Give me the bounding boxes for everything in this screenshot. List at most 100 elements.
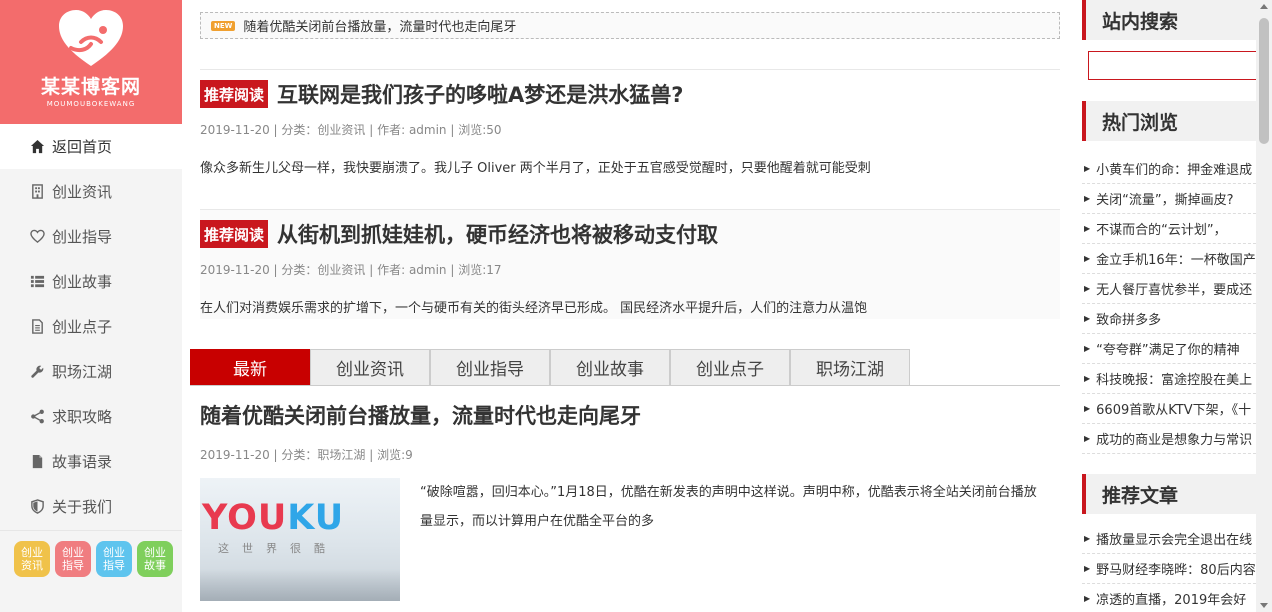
shield-icon (28, 498, 46, 516)
site-search-input[interactable] (1088, 51, 1256, 80)
nav-item-business-news[interactable]: 创业资讯 (0, 169, 182, 214)
recommended-badge: 推荐阅读 (200, 220, 269, 248)
list-item[interactable]: ▶ 成功的商业是想象力与常识 (1082, 424, 1256, 454)
nav-item-business-stories[interactable]: 创业故事 (0, 259, 182, 304)
nav-item-about[interactable]: 关于我们 (0, 484, 182, 529)
tab-workplace[interactable]: 职场江湖 (790, 349, 910, 385)
document-icon (28, 318, 46, 336)
caret-right-icon: ▶ (1084, 434, 1091, 443)
list-item[interactable]: ▶ 小黄车们的命：押金难退成 (1082, 154, 1256, 184)
search-box-title: 站内搜索 (1082, 0, 1256, 40)
list-item[interactable]: ▶ 无人餐厅喜忧参半，要成还 (1082, 274, 1256, 304)
site-logo[interactable]: 某某博客网 MOUMOUBOKEWANG (0, 0, 182, 124)
news-ticker[interactable]: NEW 随着优酷关闭前台播放量，流量时代也走向尾牙 (200, 12, 1060, 39)
caret-right-icon: ▶ (1084, 254, 1091, 263)
list-item[interactable]: ▶ 不谋而合的“云计划”， (1082, 214, 1256, 244)
nav-item-label: 故事语录 (52, 453, 113, 471)
tag-business-stories[interactable]: 创业故事 (137, 541, 173, 577)
tab-business-news[interactable]: 创业资讯 (310, 349, 430, 385)
nav-item-home[interactable]: 返回首页 (0, 124, 182, 169)
caret-right-icon: ▶ (1084, 284, 1091, 293)
list-item[interactable]: ▶ 播放量显示会完全退出在线 (1082, 524, 1256, 554)
tab-business-ideas[interactable]: 创业点子 (670, 349, 790, 385)
list-item[interactable]: ▶ 野马财经李晓晔：80后内容 (1082, 554, 1256, 584)
nav-item-label: 返回首页 (52, 138, 113, 156)
category-tabs: 最新 创业资讯 创业指导 创业故事 创业点子 职场江湖 (190, 349, 1060, 386)
nav-item-business-ideas[interactable]: 创业点子 (0, 304, 182, 349)
left-sidebar: 某某博客网 MOUMOUBOKEWANG 返回首页 创业资讯 创业指导 创业故事… (0, 0, 182, 612)
page-scrollbar[interactable] (1256, 0, 1272, 612)
list-item[interactable]: ▶ 关闭“流量”，撕掉画皮? (1082, 184, 1256, 214)
nav-item-job-tips[interactable]: 求职攻略 (0, 394, 182, 439)
list-item[interactable]: ▶ 凉透的直播，2019年会好 (1082, 584, 1256, 612)
nav-item-workplace[interactable]: 职场江湖 (0, 349, 182, 394)
site-brand-name: 某某博客网 (40, 76, 141, 98)
youku-logo-red: YOU (202, 498, 288, 538)
scroll-up-arrow-icon[interactable] (1260, 4, 1268, 9)
recommended-article[interactable]: 推荐阅读 互联网是我们孩子的哆啦A梦还是洪水猛兽? 2019-11-20 | 分… (200, 69, 1060, 179)
tab-business-guidance[interactable]: 创业指导 (430, 349, 550, 385)
article-meta: 2019-11-20 | 分类：创业资讯 | 作者: admin | 浏览:17 (200, 263, 502, 277)
main-content: NEW 随着优酷关闭前台播放量，流量时代也走向尾牙 推荐阅读 互联网是我们孩子的… (190, 0, 1070, 612)
nav-item-label: 创业指导 (52, 228, 113, 246)
thumbnail-caption: 这世界很酷 (218, 542, 338, 555)
site-brand-subtitle: MOUMOUBOKEWANG (46, 100, 136, 108)
article-title[interactable]: 从街机到抓娃娃机，硬币经济也将被移动支付取 (277, 219, 718, 249)
nav-item-label: 创业资讯 (52, 183, 113, 201)
building-icon (28, 183, 46, 201)
nav-item-label: 职场江湖 (52, 363, 113, 381)
scrollbar-thumb[interactable] (1259, 18, 1269, 144)
home-icon (28, 138, 46, 156)
nav-item-business-guidance[interactable]: 创业指导 (0, 214, 182, 259)
caret-right-icon: ▶ (1084, 314, 1091, 323)
nav-item-quotes[interactable]: 故事语录 (0, 439, 182, 484)
caret-right-icon: ▶ (1084, 344, 1091, 353)
tag-business-news[interactable]: 创业资讯 (14, 541, 50, 577)
tab-latest[interactable]: 最新 (190, 349, 310, 385)
caret-right-icon: ▶ (1084, 564, 1091, 573)
tab-business-stories[interactable]: 创业故事 (550, 349, 670, 385)
latest-article: 随着优酷关闭前台播放量，流量时代也走向尾牙 2019-11-20 | 分类：职场… (200, 400, 1060, 601)
list-item[interactable]: ▶ 科技晚报：富途控股在美上 (1082, 364, 1256, 394)
scroll-down-arrow-icon[interactable] (1260, 603, 1268, 608)
new-badge: NEW (211, 20, 236, 31)
list-item[interactable]: ▶ 致命拼多多 (1082, 304, 1256, 334)
nav-item-label: 创业故事 (52, 273, 113, 291)
article-title[interactable]: 随着优酷关闭前台播放量，流量时代也走向尾牙 (200, 400, 1060, 430)
tag-business-guidance[interactable]: 创业指导 (55, 541, 91, 577)
article-meta: 2019-11-20 | 分类：创业资讯 | 作者: admin | 浏览:50 (200, 123, 502, 137)
article-meta: 2019-11-20 | 分类：职场江湖 | 浏览:9 (200, 448, 413, 462)
hot-list: ▶ 小黄车们的命：押金难退成 ▶ 关闭“流量”，撕掉画皮? ▶ 不谋而合的“云计划”，… (1082, 154, 1256, 454)
article-thumbnail[interactable]: YOUKU 这世界很酷 (200, 478, 400, 601)
caret-right-icon: ▶ (1084, 404, 1091, 413)
article-excerpt: 在人们对消费娱乐需求的扩增下，一个与硬币有关的街头经济早已形成。 国民经济水平提… (200, 301, 868, 316)
article-title[interactable]: 互联网是我们孩子的哆啦A梦还是洪水猛兽? (277, 79, 683, 109)
heart-icon (28, 228, 46, 246)
recommended-list-title: 推荐文章 (1082, 474, 1256, 514)
heart-hug-logo-icon (59, 10, 123, 66)
share-icon (28, 408, 46, 426)
caret-right-icon: ▶ (1084, 374, 1091, 383)
list-item[interactable]: ▶ 金立手机16年：一杯敬国产 (1082, 244, 1256, 274)
recommended-badge: 推荐阅读 (200, 80, 269, 108)
list-item[interactable]: ▶ 6609首歌从KTV下架，《十 (1082, 394, 1256, 424)
caret-right-icon: ▶ (1084, 534, 1091, 543)
list-icon (28, 273, 46, 291)
right-sidebar: 站内搜索 热门浏览 ▶ 小黄车们的命：押金难退成 ▶ 关闭“流量”，撕掉画皮? ▶ 不… (1082, 0, 1256, 612)
tag-business-guidance-2[interactable]: 创业指导 (96, 541, 132, 577)
caret-right-icon: ▶ (1084, 194, 1091, 203)
caret-right-icon: ▶ (1084, 224, 1091, 233)
youku-logo-blue: KU (287, 498, 345, 538)
caret-right-icon: ▶ (1084, 594, 1091, 603)
article-excerpt: “破除喧嚣，回归本心。”1月18日，优酷在新发表的声明中这样说。声明中称，优酷表… (420, 485, 1037, 529)
caret-right-icon: ▶ (1084, 164, 1091, 173)
recommended-list: ▶ 播放量显示会完全退出在线 ▶ 野马财经李晓晔：80后内容 ▶ 凉透的直播，2019… (1082, 524, 1256, 612)
article-excerpt: 像众多新生儿父母一样，我快要崩溃了。我儿子 Oliver 两个半月了，正处于五官… (200, 161, 871, 176)
file-icon (28, 453, 46, 471)
nav-item-label: 创业点子 (52, 318, 113, 336)
recommended-article[interactable]: 推荐阅读 从街机到抓娃娃机，硬币经济也将被移动支付取 2019-11-20 | … (200, 209, 1060, 319)
list-item[interactable]: ▶ “夸夸群”满足了你的精神 (1082, 334, 1256, 364)
wrench-icon (28, 363, 46, 381)
nav-item-label: 关于我们 (52, 498, 113, 516)
nav-item-label: 求职攻略 (52, 408, 113, 426)
